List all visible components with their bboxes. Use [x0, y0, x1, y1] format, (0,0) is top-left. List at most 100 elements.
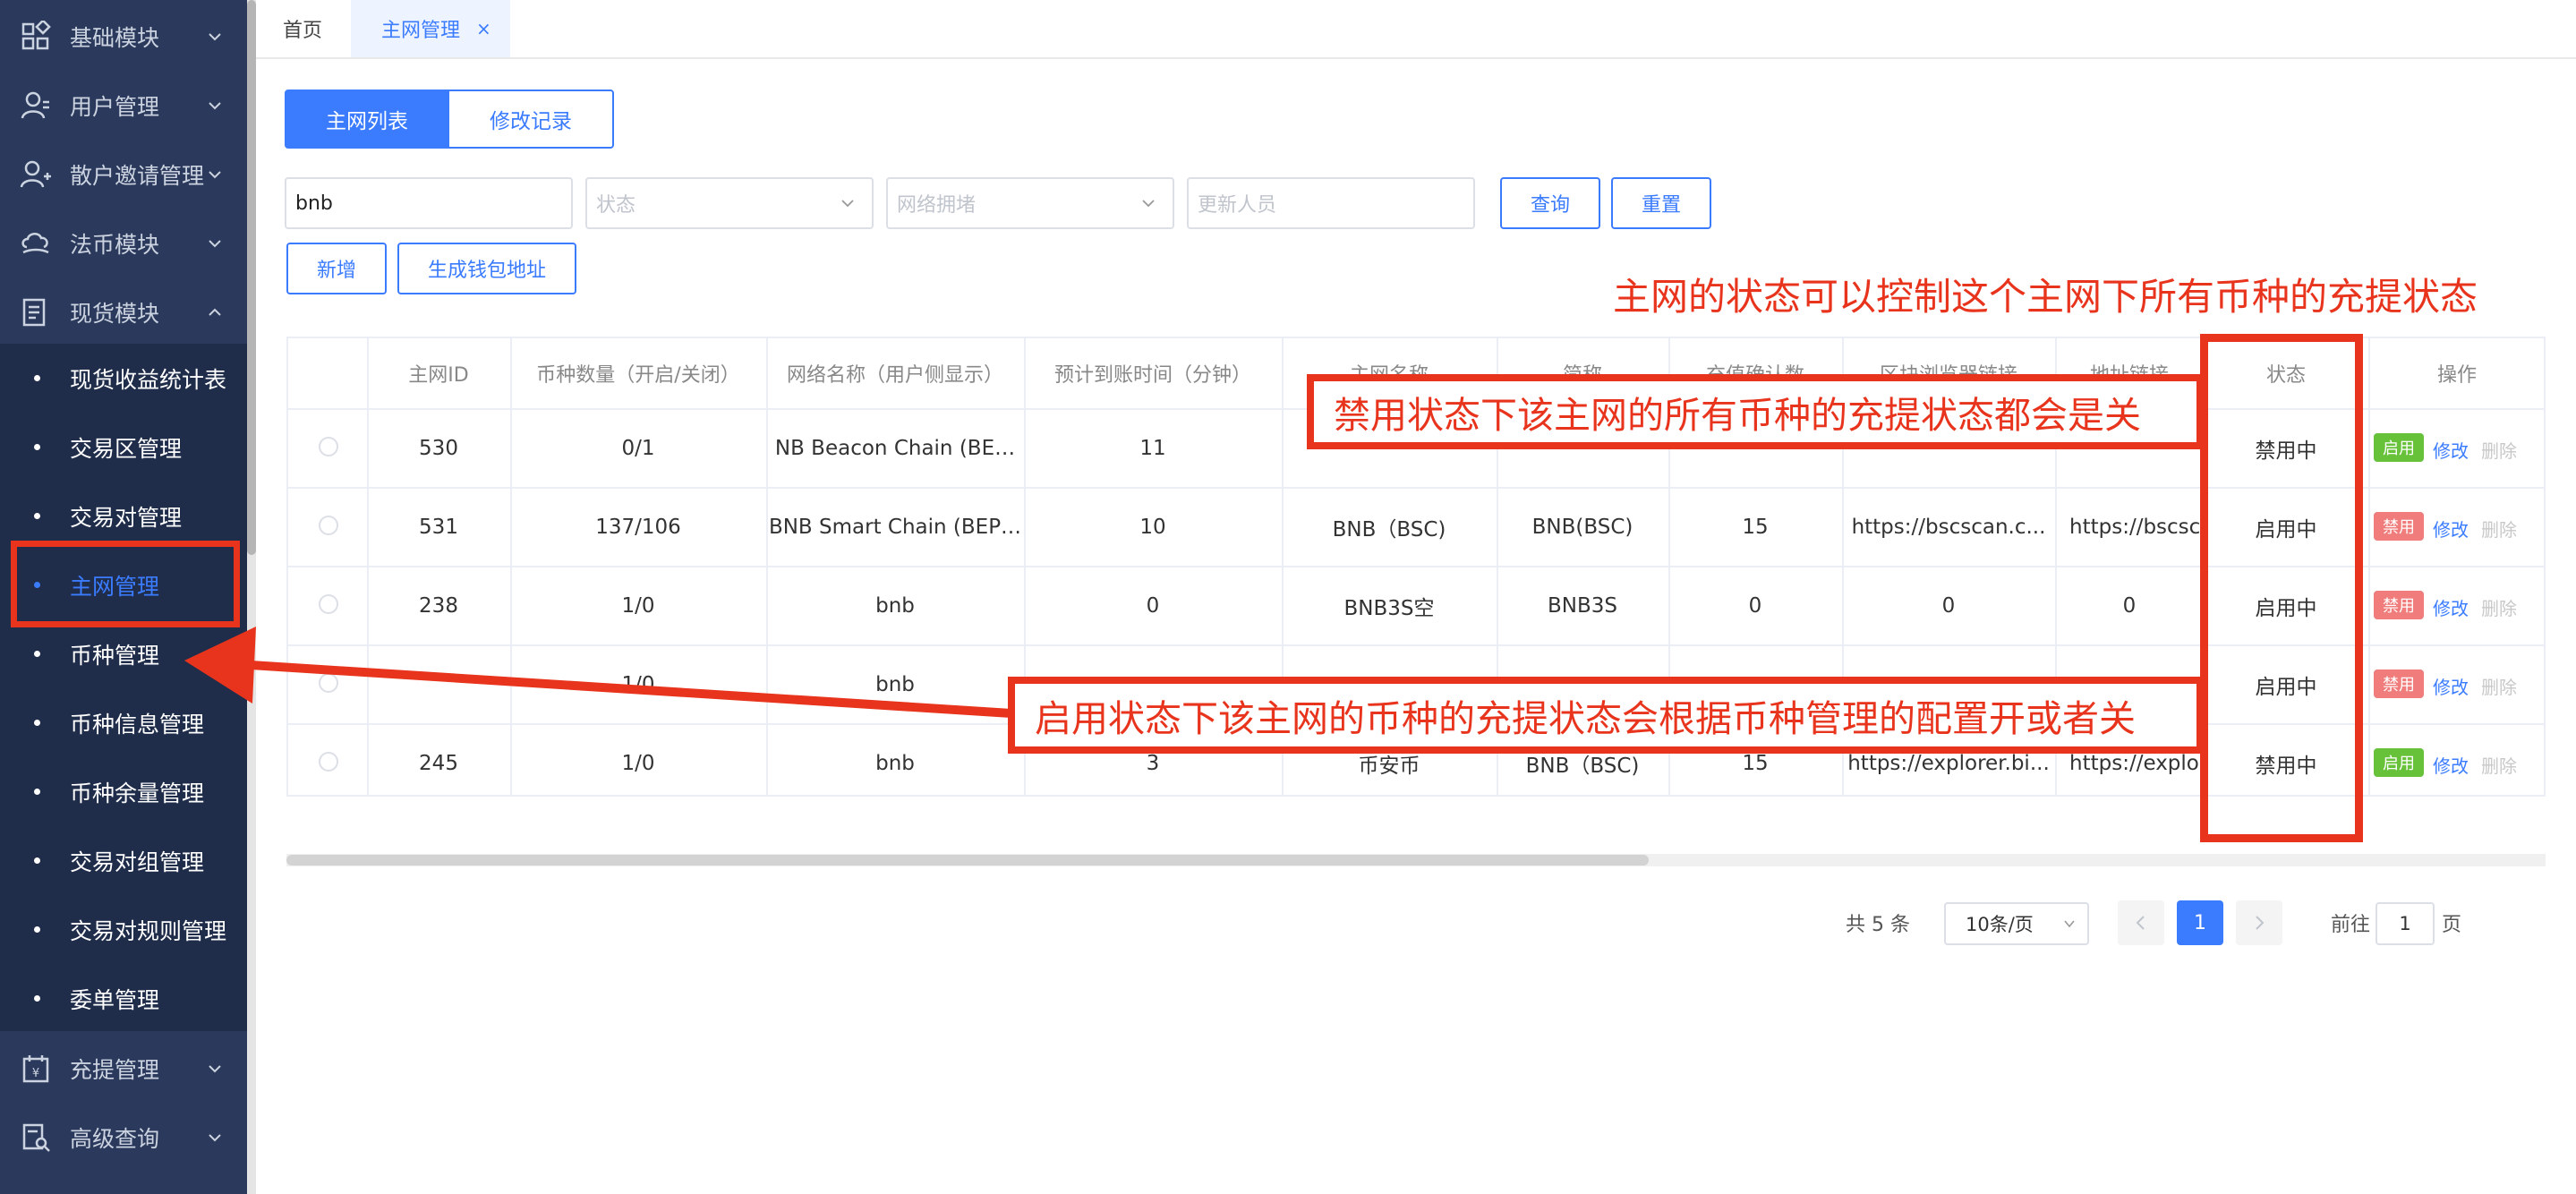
- sidebar-item-coin-balance[interactable]: 币种余量管理: [0, 757, 247, 826]
- status-placeholder: 状态: [596, 194, 636, 217]
- tab-mainnet-list[interactable]: 主网列表: [285, 90, 449, 149]
- chevron-down-icon: [2064, 920, 2075, 928]
- sidebar-item-spot[interactable]: 现货模块: [0, 277, 247, 346]
- cell-network: NB Beacon Chain (BE…: [774, 437, 1016, 460]
- edit-link[interactable]: 修改: [2433, 752, 2469, 778]
- enable-button[interactable]: 启用: [2374, 748, 2424, 777]
- search-doc-icon: [22, 1123, 50, 1152]
- goto-page-input[interactable]: 1: [2376, 902, 2435, 945]
- doc-list-icon: [22, 298, 46, 326]
- sidebar-item-label: 交易对规则管理: [70, 917, 227, 944]
- sidebar-item-coin[interactable]: 币种管理: [0, 619, 247, 688]
- sidebar-item-label: 交易区管理: [70, 435, 183, 462]
- delete-link[interactable]: 删除: [2481, 752, 2517, 778]
- cell-count: 0/1: [621, 437, 655, 460]
- delete-link[interactable]: 删除: [2481, 516, 2517, 542]
- keyword-input[interactable]: bnb: [285, 177, 573, 229]
- annotation-disabled-note: 禁用状态下该主网的所有币种的充提状态都会是关: [1307, 374, 2204, 449]
- disable-button[interactable]: 禁用: [2374, 512, 2424, 541]
- tab-change-log[interactable]: 修改记录: [448, 90, 614, 149]
- row-radio[interactable]: [319, 516, 338, 535]
- cell-network: bnb: [875, 752, 915, 775]
- chevron-down-icon: [209, 32, 221, 40]
- cell-count: 1/0: [621, 673, 655, 696]
- edit-link[interactable]: 修改: [2433, 594, 2469, 620]
- bullet-icon: [34, 720, 40, 726]
- sidebar-item-users[interactable]: 用户管理: [0, 71, 247, 140]
- disable-button[interactable]: 禁用: [2374, 669, 2424, 698]
- generate-wallet-button[interactable]: 生成钱包地址: [397, 243, 576, 294]
- delete-link[interactable]: 删除: [2481, 437, 2517, 463]
- cell-network: BNB Smart Chain (BEP…: [768, 516, 1022, 539]
- prev-page-button[interactable]: [2118, 900, 2164, 945]
- tab-home[interactable]: 首页: [283, 0, 322, 57]
- updater-input[interactable]: 更新人员: [1187, 177, 1475, 229]
- page-size-value: 10条/页: [1966, 914, 2034, 935]
- edit-link[interactable]: 修改: [2433, 516, 2469, 542]
- sidebar-item-fiat[interactable]: 法币模块: [0, 209, 247, 277]
- sidebar-item-spot-income[interactable]: 现货收益统计表: [0, 344, 247, 413]
- edit-link[interactable]: 修改: [2433, 437, 2469, 463]
- sidebar-item-pair-rule[interactable]: 交易对规则管理: [0, 895, 247, 964]
- row-radio[interactable]: [319, 673, 338, 693]
- row-radio[interactable]: [319, 752, 338, 772]
- tab-mainnet[interactable]: 主网管理 ×: [351, 0, 510, 57]
- sidebar-item-coin-info[interactable]: 币种信息管理: [0, 688, 247, 757]
- sidebar-item-label: 交易对管理: [70, 504, 183, 531]
- close-icon[interactable]: ×: [476, 18, 491, 39]
- cell-network: bnb: [875, 594, 915, 618]
- status-select[interactable]: 状态: [585, 177, 874, 229]
- pagination-total: 共 5 条: [1846, 914, 1910, 936]
- goto-suffix: 页: [2442, 914, 2462, 936]
- query-button[interactable]: 查询: [1500, 177, 1600, 229]
- sidebar-item-label: 现货模块: [70, 300, 160, 327]
- cell-name: BNB3S空: [1343, 597, 1435, 620]
- sidebar-item-basic[interactable]: 基础模块: [0, 2, 247, 71]
- goto-prefix: 前往: [2331, 914, 2371, 936]
- bullet-icon: [34, 375, 40, 381]
- column-header: 币种数量（开启/关闭）: [536, 364, 740, 387]
- cell-count: 137/106: [595, 516, 681, 539]
- chevron-left-icon: [2136, 916, 2145, 930]
- cell-explorer: https://bscscan.c...: [1851, 516, 2046, 539]
- cell-count: 1/0: [621, 752, 655, 775]
- row-radio[interactable]: [319, 437, 338, 456]
- cell-explorer: 0: [1941, 594, 1956, 618]
- tab-bar: 首页 主网管理 ×: [256, 0, 2576, 59]
- annotation-text: 启用状态下该主网的币种的充提状态会根据币种管理的配置开或者关: [1035, 697, 2136, 740]
- network-select[interactable]: 网络拥堵: [886, 177, 1174, 229]
- sidebar-item-trade-zone[interactable]: 交易区管理: [0, 413, 247, 482]
- chevron-down-icon: [209, 101, 221, 109]
- button-label: 查询: [1530, 194, 1570, 217]
- sidebar-item-orders[interactable]: 委单管理: [0, 964, 247, 1033]
- enable-button[interactable]: 启用: [2374, 433, 2424, 462]
- delete-link[interactable]: 删除: [2481, 594, 2517, 620]
- page-size-select[interactable]: 10条/页: [1944, 902, 2089, 945]
- tab-label: 主网管理: [381, 20, 461, 42]
- cell-id: 245: [419, 752, 458, 775]
- add-button[interactable]: 新增: [286, 243, 387, 294]
- delete-link[interactable]: 删除: [2481, 673, 2517, 699]
- disable-button[interactable]: 禁用: [2374, 591, 2424, 619]
- page-button[interactable]: 1: [2177, 900, 2223, 945]
- tab-label: 主网列表: [326, 110, 408, 133]
- row-radio[interactable]: [319, 594, 338, 614]
- next-page-button[interactable]: [2236, 900, 2282, 945]
- reset-button[interactable]: 重置: [1611, 177, 1711, 229]
- edit-link[interactable]: 修改: [2433, 673, 2469, 699]
- sidebar-item-advanced-query[interactable]: 高级查询: [0, 1103, 247, 1172]
- tab-label: 首页: [283, 20, 323, 42]
- sidebar-scrollbar[interactable]: [247, 0, 256, 555]
- cell-addr: 0: [2122, 594, 2137, 618]
- sidebar-item-label: 币种信息管理: [70, 711, 205, 738]
- chevron-down-icon: [209, 170, 221, 178]
- bullet-icon: [34, 995, 40, 1002]
- sidebar-item-deposit[interactable]: ¥ 充提管理: [0, 1034, 247, 1103]
- cell-eta: 0: [1146, 594, 1160, 618]
- sidebar-item-invite[interactable]: 散户邀请管理: [0, 140, 247, 209]
- sidebar-item-pair-group[interactable]: 交易对组管理: [0, 826, 247, 895]
- bullet-icon: [34, 513, 40, 519]
- table-horizontal-scrollbar[interactable]: [286, 855, 1649, 866]
- cell-count: 1/0: [621, 594, 655, 618]
- cell-eta: 10: [1139, 516, 1166, 539]
